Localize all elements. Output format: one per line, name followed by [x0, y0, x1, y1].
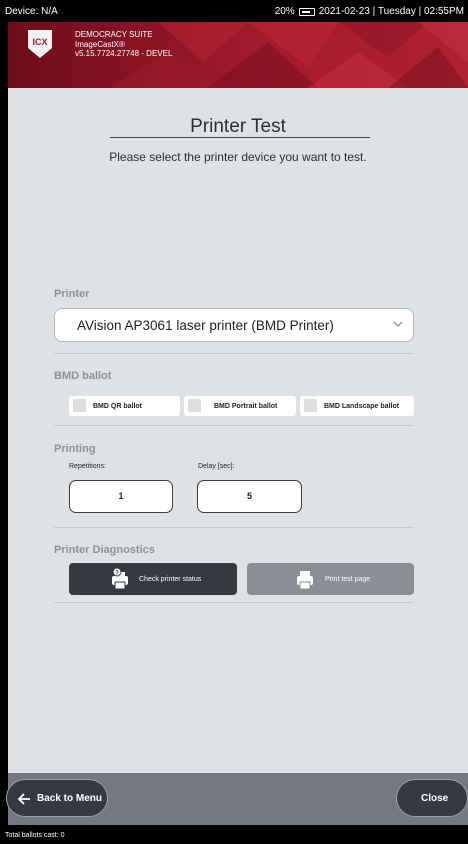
- bmd-ballot-section-label: BMD ballot: [54, 370, 112, 382]
- printer-select[interactable]: AVision AP3061 laser printer (BMD Printe…: [54, 308, 414, 342]
- printing-section-label: Printing: [54, 443, 96, 455]
- total-ballots-label: Total ballots cast: 0: [5, 832, 65, 839]
- app-header: ICX DEMOCRACY SUITE ImageCastX® v5.15.77…: [8, 22, 468, 88]
- checkbox-box: [304, 399, 317, 412]
- header-text: DEMOCRACY SUITE ImageCastX® v5.15.7724.2…: [75, 30, 172, 59]
- close-label: Close: [421, 793, 449, 804]
- checkbox-label: BMD Portrait ballot: [214, 403, 278, 410]
- version-label: v5.15.7724.27748 - DEVEL: [75, 49, 173, 58]
- checkbox-bmd-landscape-ballot[interactable]: BMD Landscape ballot: [300, 396, 414, 416]
- checkbox-box: [188, 399, 201, 412]
- svg-text:?: ?: [115, 571, 119, 577]
- checkbox-label: BMD QR ballot: [93, 403, 142, 410]
- main-panel: Printer Test Please select the printer d…: [8, 88, 468, 773]
- bottom-status-bar: Total ballots cast: 0: [0, 825, 468, 844]
- back-to-menu-button[interactable]: Back to Menu: [6, 779, 108, 817]
- repetitions-label: Repetitions:: [69, 463, 106, 470]
- page-title: Printer Test: [190, 116, 286, 137]
- datetime-label: 2021-02-23 | Tuesday | 02:55PM: [318, 6, 464, 17]
- battery-icon: [298, 7, 315, 16]
- divider: [54, 527, 414, 528]
- close-button[interactable]: Close: [396, 779, 468, 817]
- delay-label: Delay [sec]:: [198, 463, 235, 470]
- printer-icon: [297, 571, 313, 590]
- print-test-page-label: Print test page: [325, 576, 371, 583]
- page-subtitle: Please select the printer device you wan…: [109, 150, 367, 164]
- checkbox-bmd-qr-ballot[interactable]: BMD QR ballot: [69, 396, 180, 416]
- checkbox-bmd-portrait-ballot[interactable]: BMD Portrait ballot: [184, 396, 296, 416]
- printer-status-icon: ?: [112, 568, 128, 590]
- suite-name: DEMOCRACY SUITE: [75, 30, 153, 39]
- print-test-page-button[interactable]: Print test page: [247, 563, 414, 595]
- diagnostics-section-label: Printer Diagnostics: [54, 544, 155, 556]
- status-bar: Device: N/A 20% 2021-02-23 | Tuesday | 0…: [0, 0, 468, 22]
- chevron-down-icon: [393, 321, 403, 327]
- check-printer-status-label: Check printer status: [139, 576, 202, 583]
- device-label: Device: N/A: [5, 6, 58, 17]
- battery-percent: 20%: [274, 6, 295, 17]
- title-divider: [110, 137, 370, 138]
- check-printer-status-button[interactable]: ? Check printer status: [69, 563, 237, 595]
- product-name: ImageCastX®: [75, 39, 125, 49]
- printer-section-label: Printer: [54, 288, 90, 300]
- checkbox-label: BMD Landscape ballot: [324, 403, 400, 410]
- delay-input[interactable]: 5: [197, 480, 302, 513]
- printer-select-value: AVision AP3061 laser printer (BMD Printe…: [77, 318, 334, 333]
- divider: [54, 353, 414, 354]
- back-to-menu-label: Back to Menu: [37, 793, 103, 804]
- checkbox-box: [73, 399, 86, 412]
- footer-bar: Back to Menu Close: [6, 773, 468, 825]
- logo-text: ICX: [32, 37, 48, 47]
- divider: [54, 425, 414, 426]
- repetitions-input[interactable]: 1: [69, 480, 173, 513]
- arrow-left-icon: [17, 793, 30, 805]
- divider: [54, 602, 414, 603]
